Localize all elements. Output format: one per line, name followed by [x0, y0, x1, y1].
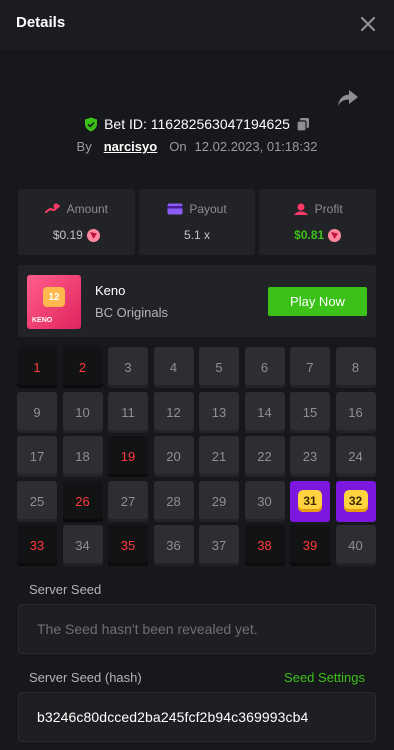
keno-hit-ball: 31 [298, 490, 322, 512]
keno-tile: 17 [17, 436, 57, 477]
keno-tile: 27 [108, 480, 148, 522]
keno-thumb-label: KENO [32, 317, 53, 324]
keno-tile: 25 [17, 480, 57, 522]
keno-tile: 23 [290, 436, 330, 477]
game-provider: BC Originals [95, 305, 168, 320]
bet-id-row: Bet ID: 116282563047194625 [0, 116, 394, 134]
keno-tile: 12 [153, 391, 194, 433]
stat-label: Profit [314, 202, 343, 216]
keno-tile: 24 [335, 436, 376, 477]
keno-tile: 33 [17, 525, 57, 566]
keno-tile: 29 [199, 480, 239, 522]
keno-tile: 26 [62, 480, 103, 522]
bet-id: Bet ID: 116282563047194625 [104, 116, 290, 132]
keno-tile: 10 [62, 391, 103, 433]
details-header: Details [0, 0, 394, 50]
keno-tile: 3 [108, 347, 148, 388]
keno-tile: 21 [199, 436, 239, 477]
profit-icon [293, 203, 308, 215]
stat-value: $0.81 [294, 228, 325, 242]
verified-shield-icon [85, 117, 98, 131]
keno-tile: 40 [335, 525, 376, 566]
server-hash-field[interactable]: b3246c80dcced2ba245fcf2b94c369993cb4 [18, 692, 376, 742]
keno-hit-ball: 32 [343, 490, 368, 512]
keno-ball-icon: 12 [43, 287, 65, 307]
keno-tile: 30 [244, 480, 285, 522]
keno-tile: 32 [335, 480, 376, 522]
keno-tile: 5 [199, 347, 239, 388]
by-label: By [76, 139, 92, 154]
keno-tile: 18 [62, 436, 103, 477]
keno-tile: 6 [244, 347, 285, 388]
keno-tile: 15 [290, 391, 330, 433]
bet-meta-row: By narcisyo On 12.02.2023, 01:18:32 [0, 139, 394, 157]
game-name: Keno [95, 283, 126, 298]
keno-tile: 38 [244, 525, 285, 566]
payout-icon [167, 203, 183, 215]
game-card: 12 KENO Keno BC Originals Play Now [18, 265, 376, 337]
keno-tile: 8 [335, 347, 376, 388]
keno-thumbnail[interactable]: 12 KENO [27, 275, 81, 329]
stat-value: 5.1 x [184, 228, 211, 242]
keno-tile: 31 [290, 480, 330, 522]
server-seed-label: Server Seed [29, 582, 102, 597]
stat-label: Payout [189, 202, 227, 216]
keno-tile: 9 [17, 391, 57, 433]
stat-value: $0.19 [52, 228, 83, 242]
play-now-button[interactable]: Play Now [268, 287, 367, 316]
close-icon[interactable] [356, 12, 380, 36]
server-hash-label: Server Seed (hash) [29, 670, 142, 685]
keno-tile: 22 [244, 436, 285, 477]
keno-tile: 20 [153, 436, 194, 477]
page-title: Details [16, 14, 66, 31]
bet-stats: Amount $0.19 Payout 5.1 x Profit $0.81 [18, 189, 377, 255]
keno-tile: 13 [199, 391, 239, 433]
share-icon[interactable] [337, 88, 359, 108]
keno-tile: 2 [62, 347, 103, 388]
stat-profit: Profit $0.81 [259, 189, 377, 255]
keno-tile: 16 [335, 391, 376, 433]
keno-tile: 34 [62, 525, 103, 566]
keno-tile: 39 [290, 525, 330, 566]
on-label: On [169, 139, 187, 154]
keno-tile: 35 [108, 525, 148, 566]
keno-tile: 4 [153, 347, 194, 388]
keno-tile: 11 [108, 391, 148, 433]
keno-tile: 36 [153, 525, 194, 566]
stat-payout: Payout 5.1 x [138, 189, 256, 255]
copy-icon[interactable] [296, 117, 310, 132]
stat-label: Amount [66, 202, 109, 216]
amount-icon [44, 203, 60, 213]
keno-board: 1 2 3 4 5 6 7 8 9 10 11 12 13 14 15 16 17 18 19 20 21 22 23 24 2… [17, 347, 377, 566]
username-link[interactable]: narcisyo [104, 139, 157, 154]
coin-icon [86, 228, 100, 242]
bet-datetime: 12.02.2023, 01:18:32 [194, 139, 318, 154]
coin-icon [328, 228, 342, 242]
keno-tile: 37 [199, 525, 239, 566]
stat-amount: Amount $0.19 [18, 189, 135, 255]
keno-tile: 7 [290, 347, 330, 388]
seed-settings-link[interactable]: Seed Settings [284, 670, 365, 685]
keno-tile: 28 [153, 480, 194, 522]
server-seed-field[interactable]: The Seed hasn't been revealed yet. [18, 604, 376, 654]
keno-tile: 19 [108, 436, 148, 477]
keno-tile: 1 [17, 347, 57, 388]
keno-tile: 14 [244, 391, 285, 433]
